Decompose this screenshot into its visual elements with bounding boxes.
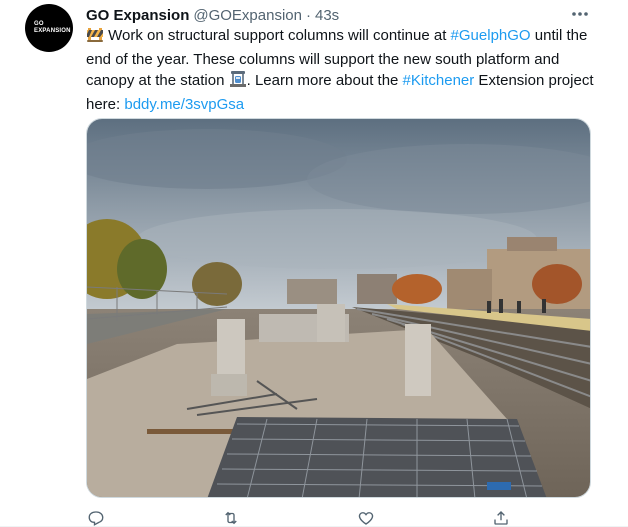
share-icon[interactable] — [491, 508, 511, 527]
tweet-actions — [86, 508, 516, 527]
tweet-text-part1: Work on structural support columns will … — [104, 27, 451, 44]
retweet-icon[interactable] — [221, 508, 241, 527]
construction-site-image — [87, 119, 590, 497]
station-emoji-icon — [229, 70, 247, 94]
hashtag-kitchener-link[interactable]: #Kitchener — [403, 72, 475, 89]
avatar-text-line2: EXPANSION — [34, 28, 71, 34]
avatar-text-line1: GO — [34, 21, 44, 27]
separator-dot: · — [305, 6, 311, 24]
construction-emoji-icon — [86, 25, 104, 49]
tweet-header: GO Expansion @GOExpansion · 43s — [86, 5, 339, 25]
reply-icon[interactable] — [86, 508, 106, 527]
tweet-text-part3: . Learn more about the — [246, 72, 403, 89]
user-handle[interactable]: @GOExpansion — [193, 7, 302, 24]
like-icon[interactable] — [356, 508, 376, 527]
tweet[interactable]: GO EXPANSION GO Expansion @GOExpansion ·… — [0, 0, 628, 527]
timestamp[interactable]: 43s — [315, 7, 339, 24]
display-name[interactable]: GO Expansion — [86, 7, 189, 24]
url-link[interactable]: bddy.me/3svpGsa — [124, 96, 244, 113]
avatar[interactable]: GO EXPANSION — [25, 4, 73, 52]
tweet-photo[interactable] — [86, 118, 591, 498]
more-options-icon[interactable] — [566, 3, 594, 25]
hashtag-guelphgo-link[interactable]: #GuelphGO — [451, 27, 531, 44]
tweet-text: Work on structural support columns will … — [86, 25, 606, 115]
